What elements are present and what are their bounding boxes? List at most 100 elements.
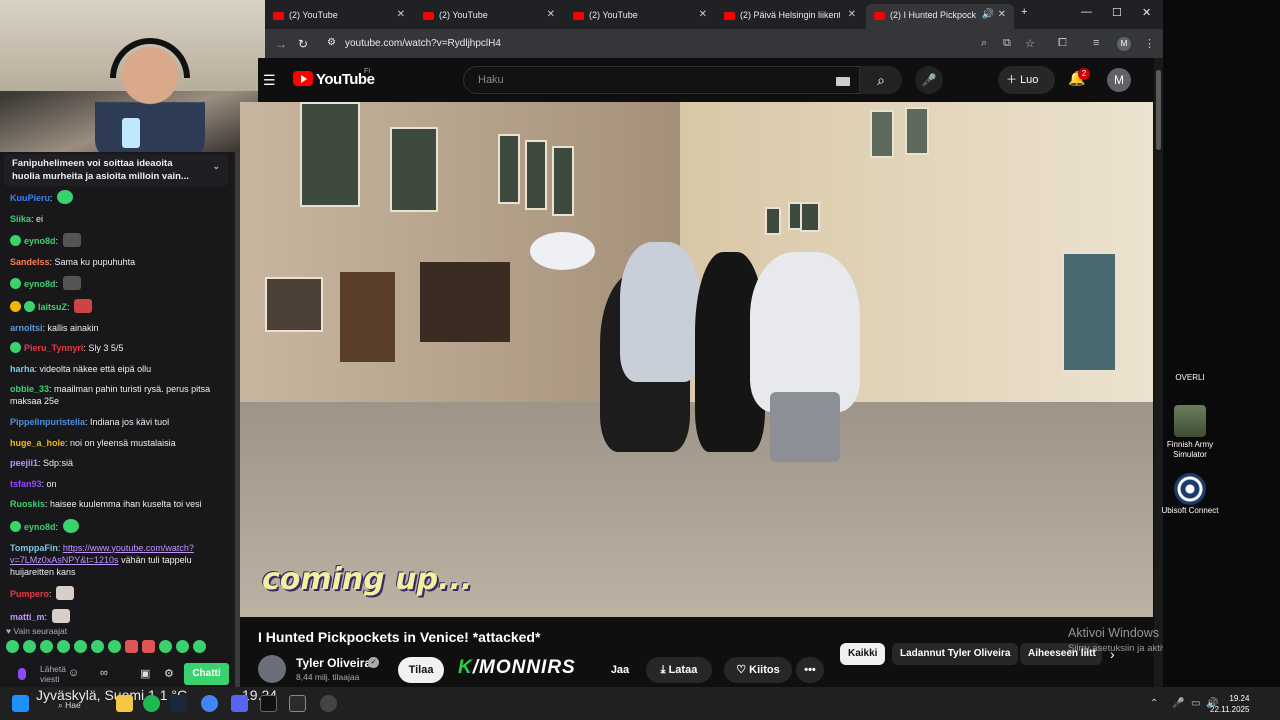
close-icon[interactable]: ✕ [998,9,1006,20]
voice-search-button[interactable]: 🎤 [915,66,943,94]
bookmark-star-icon[interactable]: ☆ [1025,37,1035,50]
chat-username[interactable]: peejii1 [10,458,38,468]
media-icon[interactable]: ≡ [1093,37,1099,49]
url-field[interactable]: youtube.com/watch?v=RydljhpclH4 [345,38,501,49]
subscribe-button[interactable]: Tilaa [398,657,444,683]
chat-username[interactable]: TomppaFin [10,543,58,553]
spotify-icon[interactable] [143,695,160,712]
notification-badge: 2 [1078,68,1090,80]
chat-username[interactable]: Pippelinpuristelia [10,417,85,427]
emote-icon [57,190,74,204]
extensions-icon[interactable]: ⧠ [1058,37,1067,50]
desktop-icon-label-ubisoft[interactable]: Ubisoft Connect [1160,506,1220,516]
new-tab-button[interactable]: + [1021,6,1027,18]
browser-tab[interactable]: (2) Päivä Helsingin liikentees✕ [716,4,864,29]
channel-avatar[interactable] [258,655,286,683]
chat-username[interactable]: Ruoskis [10,499,45,509]
site-info-icon[interactable]: ⚙ [327,37,336,48]
browser-tab[interactable]: (2) YouTube ✕ [565,4,715,29]
chat-message: Siika: ei [10,213,44,224]
search-input[interactable]: Haku [463,66,860,94]
obs-icon[interactable] [260,695,277,712]
forward-icon[interactable]: → [275,37,287,51]
browser-tab[interactable]: (2) YouTube ✕ [415,4,563,29]
microphone-icon[interactable]: 🎤 [1172,698,1184,709]
chevron-down-icon[interactable]: ⌄ [212,160,220,173]
minimize-button[interactable]: — [1081,6,1092,18]
keyboard-icon[interactable] [836,77,850,86]
chat-username[interactable]: eyno8d [24,236,56,246]
chat-input-row[interactable]: Lähetä viesti ☺ ∞ ▣ ⚙ Chatti [0,662,235,687]
mic-icon[interactable] [18,668,26,680]
chat-username[interactable]: matti_m [10,612,45,622]
chat-username[interactable]: huge_a_hole [10,438,65,448]
close-icon[interactable]: ✕ [397,9,405,20]
chat-username[interactable]: Sandelss [10,257,50,267]
hamburger-menu-icon[interactable]: ☰ [263,72,276,89]
speaker-icon[interactable]: 🔊 [982,9,994,20]
account-avatar[interactable]: M [1107,68,1131,92]
emote-picker-icon[interactable]: ☺ [68,667,79,679]
verified-check-icon: ✓ [368,657,379,668]
profile-avatar[interactable]: M [1117,37,1131,51]
finnish-army-simulator-icon[interactable] [1174,405,1206,437]
chat-username[interactable]: Pieru_Tynnyri [24,343,83,353]
chat-username[interactable]: laitsuZ [38,302,67,312]
network-icon[interactable]: ▭ [1191,698,1200,709]
more-actions-button[interactable]: ••• [796,657,824,683]
chevron-up-icon[interactable]: ⌃ [1150,698,1158,709]
search-button[interactable]: ⌕ [860,66,902,94]
menu-kebab-icon[interactable]: ⋮ [1144,37,1155,50]
desktop-icon-label-fas[interactable]: Finnish Army Simulator [1160,440,1220,460]
video-player[interactable]: coming up... [240,102,1153,617]
emote-bar[interactable] [6,640,226,656]
discord-icon[interactable] [231,695,248,712]
desktop-icon-overli[interactable]: OVERLI [1160,373,1220,383]
chat-username[interactable]: Pumpero [10,589,49,599]
ubisoft-connect-icon[interactable] [1174,473,1206,505]
chat-send-button[interactable]: Chatti [184,663,229,685]
gear-icon[interactable]: ⚙ [164,667,174,680]
browser-tab[interactable]: (2) YouTube ✕ [265,4,413,29]
channel-name[interactable]: Tyler Oliveira [296,656,371,670]
taskbar-clock[interactable]: 19.24 22.11.2025 [1210,693,1249,715]
chat-username[interactable]: eyno8d [24,522,56,532]
thanks-button[interactable]: ♡ Kiitos [724,657,792,683]
chat-username[interactable]: KuuPieru [10,193,50,203]
maximize-button[interactable]: ☐ [1112,6,1122,19]
chat-username[interactable]: harha [10,364,35,374]
start-windows-icon[interactable] [12,695,29,712]
app-icon-2[interactable] [320,695,337,712]
chat-username[interactable]: tsfan93 [10,479,42,489]
close-icon[interactable]: ✕ [699,9,707,20]
chat-message: laitsuZ: [10,298,230,313]
chat-username[interactable]: obbie_33 [10,384,49,394]
webcam-feed [0,0,265,152]
youtube-logo-icon[interactable] [293,71,313,86]
points-icon[interactable]: ∞ [100,667,108,679]
taskbar-search[interactable]: ⌕ Hae [58,700,81,711]
download-button[interactable]: ⤓ Lataa [646,657,712,683]
share-button[interactable]: Jaa [600,657,640,683]
gift-icon[interactable]: ▣ [140,667,150,680]
chip-all[interactable]: Kaikki [840,643,886,665]
chat-username[interactable]: Siika [10,214,31,224]
chrome-icon[interactable] [201,695,218,712]
close-icon[interactable]: ✕ [547,9,555,20]
subscriber-count: 8,44 milj. tilaajaa [296,672,360,682]
chat-message: Pieru_Tynnyri: Sly 3 5/5 [10,342,230,354]
chat-username[interactable]: eyno8d [24,279,56,289]
browser-tab-active[interactable]: (2) I Hunted Pickpockets🔊✕ [866,4,1014,29]
create-button[interactable]: ＋ Luo [998,66,1055,94]
steam-icon[interactable] [170,695,187,712]
app-icon[interactable] [289,695,306,712]
cast-icon[interactable]: ⧉ [1003,37,1011,50]
close-window-button[interactable]: ✕ [1142,6,1151,19]
chip-uploaded-by[interactable]: Ladannut Tyler Oliveira [892,643,1019,665]
reload-icon[interactable]: ↻ [298,37,308,51]
zoom-icon[interactable]: ⌕ [981,37,987,50]
close-icon[interactable]: ✕ [848,9,856,20]
file-explorer-icon[interactable] [116,695,133,712]
pinned-message[interactable]: Fanipuhelimeen voi soittaa ideaoita huol… [4,154,228,186]
chat-username[interactable]: arnoltsi [10,323,43,333]
